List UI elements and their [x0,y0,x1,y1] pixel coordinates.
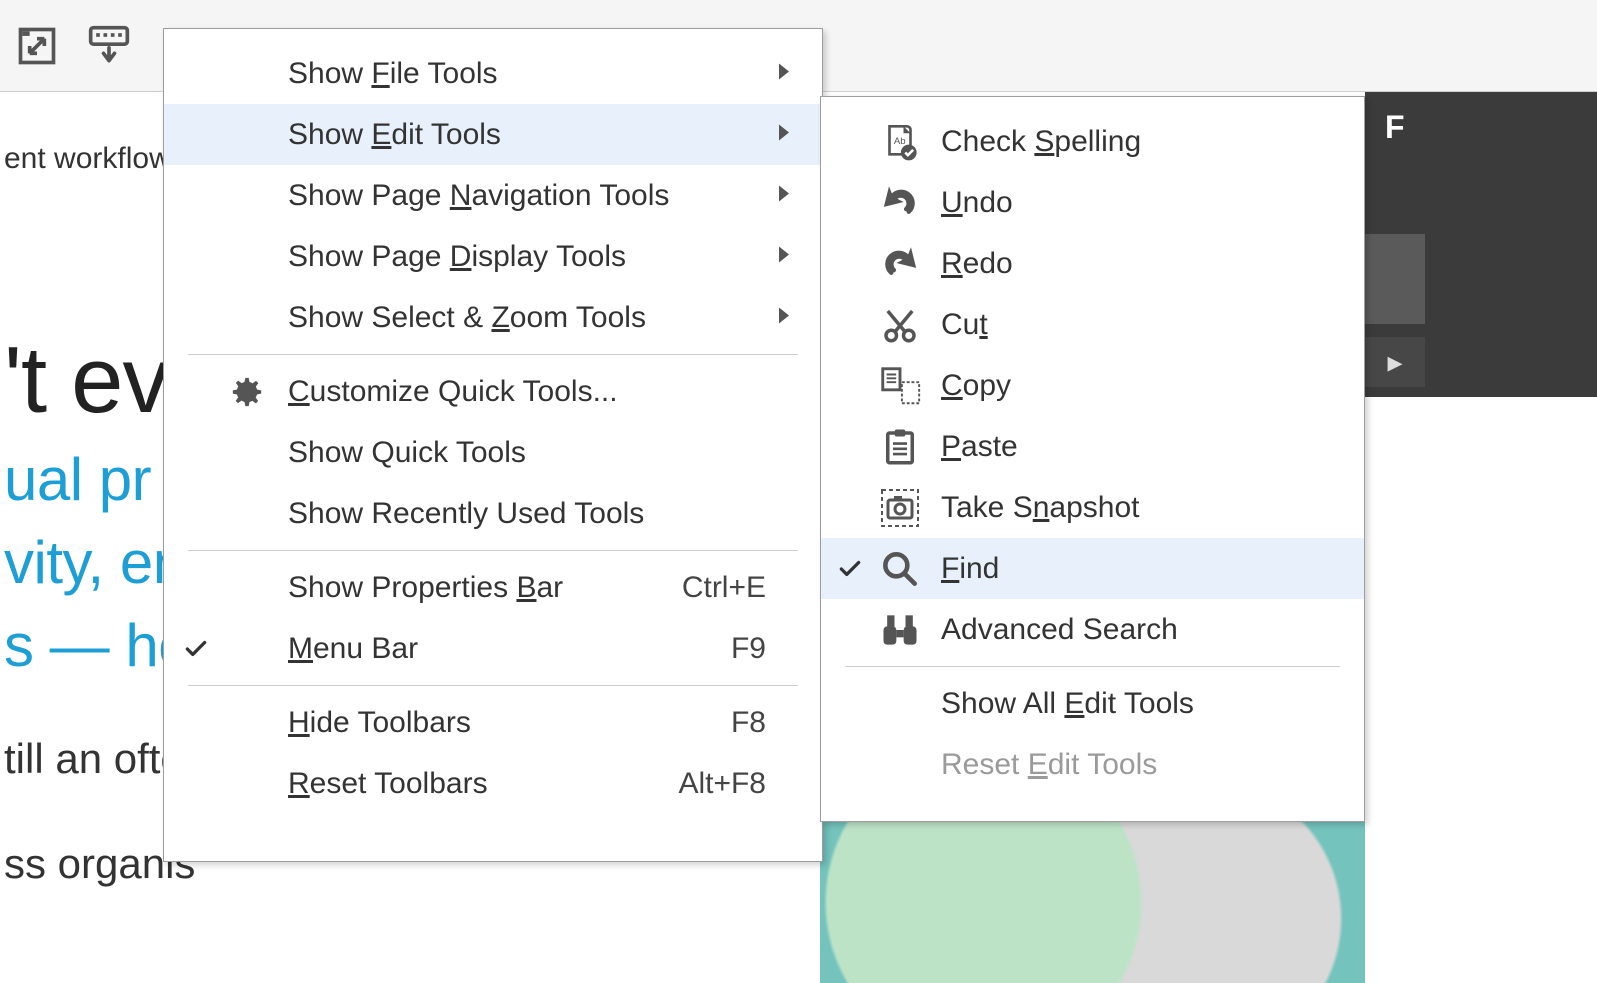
submenu-item-undo[interactable]: Undo [821,172,1364,233]
submenu-item-take-snapshot[interactable]: Take Snapshot [821,477,1364,538]
menu-item-menu-bar[interactable]: Menu Bar F9 [164,618,822,679]
menu-item-label: Advanced Search [941,613,1346,647]
menu-item-label: Show Properties Bar [288,571,682,605]
submenu-item-find[interactable]: Find [821,538,1364,599]
snapshot-icon [875,483,925,533]
checkmark-icon [178,631,214,667]
right-side-panel: F ▸ [1365,92,1597,397]
cut-icon [875,300,925,350]
right-panel-letter: F [1365,92,1597,162]
menu-item-label: Hide Toolbars [288,706,682,740]
menu-item-shortcut: F8 [731,706,766,740]
menu-item-label: Show Quick Tools [288,436,682,470]
menu-item-label: Show Page Display Tools [288,240,682,274]
menu-item-show-select-zoom-tools[interactable]: Show Select & Zoom Tools [164,287,822,348]
submenu-item-cut[interactable]: Cut [821,294,1364,355]
menu-item-label: Show File Tools [288,57,682,91]
fullscreen-icon[interactable] [12,21,62,71]
submenu-item-check-spelling[interactable]: Ab Check Spelling [821,111,1364,172]
menu-item-shortcut: F9 [731,632,766,666]
copy-icon [875,361,925,411]
spellcheck-icon: Ab [875,117,925,167]
menu-item-label: Customize Quick Tools... [288,375,682,409]
submenu-item-redo[interactable]: Redo [821,233,1364,294]
checkmark-icon [835,554,865,584]
submenu-item-advanced-search[interactable]: Advanced Search [821,599,1364,660]
redo-icon [875,239,925,289]
menu-item-label: Menu Bar [288,632,682,666]
undo-icon [875,178,925,228]
menu-separator [188,354,798,355]
menu-item-label: Show All Edit Tools [941,687,1346,721]
menu-separator [188,550,798,551]
menu-item-show-page-display-tools[interactable]: Show Page Display Tools [164,226,822,287]
paste-icon [875,422,925,472]
menu-item-show-file-tools[interactable]: Show File Tools [164,43,822,104]
gear-icon [224,369,270,415]
submenu-item-reset-edit-tools: Reset Edit Tools [821,734,1364,795]
submenu-arrow-icon [764,307,804,328]
menu-item-label: Show Edit Tools [288,118,682,152]
menu-item-show-recently-used-tools[interactable]: Show Recently Used Tools [164,483,822,544]
menu-item-show-page-navigation-tools[interactable]: Show Page Navigation Tools [164,165,822,226]
menu-item-label: Show Select & Zoom Tools [288,301,682,335]
menu-item-label: Reset Edit Tools [941,748,1346,782]
submenu-item-show-all-edit-tools[interactable]: Show All Edit Tools [821,673,1364,734]
submenu-arrow-icon [764,63,804,84]
menu-item-label: Copy [941,369,1346,403]
menu-item-label: Check Spelling [941,125,1346,159]
right-panel-highlight [1365,234,1425,324]
menu-item-show-quick-tools[interactable]: Show Quick Tools [164,422,822,483]
menu-separator [845,666,1340,667]
submenu-item-copy[interactable]: Copy [821,355,1364,416]
right-panel-arrow-icon[interactable]: ▸ [1365,337,1425,387]
menu-item-shortcut: Ctrl+E [682,571,766,605]
document-illustration [820,822,1365,983]
menu-item-label: Take Snapshot [941,491,1346,525]
menu-item-label: Cut [941,308,1346,342]
submenu-arrow-icon [764,246,804,267]
menu-item-label: Show Page Navigation Tools [288,179,682,213]
keyboard-download-icon[interactable] [84,21,134,71]
menu-item-hide-toolbars[interactable]: Hide Toolbars F8 [164,692,822,753]
menu-item-shortcut: Alt+F8 [678,767,766,801]
menu-item-label: Reset Toolbars [288,767,682,801]
svg-text:Ab: Ab [894,135,906,146]
find-icon [875,544,925,594]
menu-separator [188,685,798,686]
binoculars-icon [875,605,925,655]
menu-item-reset-toolbars[interactable]: Reset ToolbarsAlt+F8 [164,753,822,814]
menu-item-label: Show Recently Used Tools [288,497,682,531]
menu-item-label: Undo [941,186,1346,220]
submenu-arrow-icon [764,185,804,206]
menu-item-customize-quick-tools[interactable]: Customize Quick Tools... [164,361,822,422]
submenu-arrow-icon [764,124,804,145]
menu-item-show-properties-bar[interactable]: Show Properties BarCtrl+E [164,557,822,618]
menu-item-show-edit-tools[interactable]: Show Edit Tools [164,104,822,165]
menu-item-label: Paste [941,430,1346,464]
edit-tools-submenu: Ab Check Spelling Undo Redo Cut Copy Paste Take… [820,96,1365,822]
menu-item-label: Find [941,552,1346,586]
toolbar-context-menu: Show File Tools Show Edit Tools Show Page … [163,28,823,862]
menu-item-label: Redo [941,247,1346,281]
submenu-item-paste[interactable]: Paste [821,416,1364,477]
